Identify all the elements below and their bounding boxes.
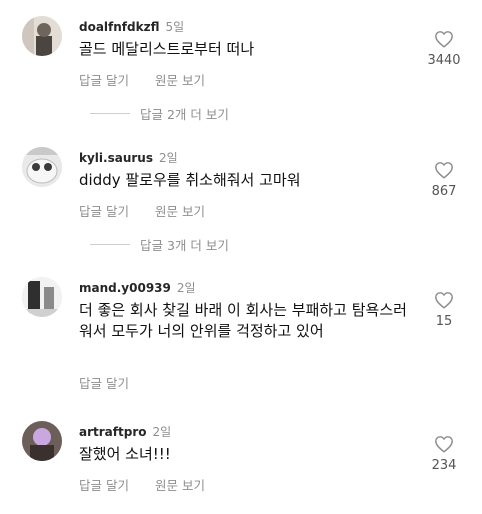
like-count: 867: [431, 184, 457, 199]
avatar[interactable]: [22, 147, 62, 187]
like-count: 15: [435, 314, 453, 329]
see-original-button[interactable]: 원문 보기: [155, 73, 205, 88]
reply-button[interactable]: 답글 달기: [79, 204, 129, 219]
view-more-replies-label[interactable]: 답글 2개 더 보기: [140, 104, 229, 123]
like-button[interactable]: 234: [418, 435, 470, 473]
timestamp: 2일: [152, 425, 172, 439]
view-more-replies[interactable]: 답글 2개 더 보기: [90, 104, 229, 123]
reply-button[interactable]: 답글 달기: [79, 73, 129, 88]
like-button[interactable]: 867: [418, 161, 470, 199]
timestamp: 2일: [158, 151, 178, 165]
comment-actions: 답글 달기 원문 보기: [79, 475, 231, 494]
comment-actions: 답글 달기: [79, 373, 155, 392]
comment-actions: 답글 달기 원문 보기: [79, 70, 231, 89]
username[interactable]: kyli.saurus: [79, 151, 153, 165]
comment-meta: kyli.saurus 2일: [79, 149, 178, 166]
like-button[interactable]: 3440: [418, 30, 470, 68]
view-more-replies-label[interactable]: 답글 3개 더 보기: [140, 235, 229, 254]
comment-text: 더 좋은 회사 찾길 바래 이 회사는 부패하고 탐욕스러워서 모두가 너의 안…: [79, 301, 407, 340]
heart-outline-icon: [435, 436, 453, 453]
comment-meta: artraftpro 2일: [79, 423, 171, 440]
reply-button[interactable]: 답글 달기: [79, 478, 129, 493]
username[interactable]: artraftpro: [79, 425, 146, 439]
reply-button[interactable]: 답글 달기: [79, 376, 129, 391]
avatar[interactable]: [22, 421, 62, 461]
see-original-button[interactable]: 원문 보기: [155, 204, 205, 219]
see-original-button[interactable]: 원문 보기: [155, 478, 205, 493]
avatar[interactable]: [22, 277, 62, 317]
comment-text: 잘했어 소녀!!!: [79, 445, 171, 463]
avatar[interactable]: [22, 16, 62, 56]
like-button[interactable]: 15: [418, 291, 470, 329]
heart-outline-icon: [435, 162, 453, 179]
like-count: 3440: [427, 53, 461, 68]
comment-meta: mand.y00939 2일: [79, 279, 196, 296]
like-count: 234: [431, 458, 457, 473]
comment-actions: 답글 달기 원문 보기: [79, 201, 231, 220]
timestamp: 2일: [176, 281, 196, 295]
view-more-replies[interactable]: 답글 3개 더 보기: [90, 235, 229, 254]
comment-meta: doalfnfdkzfl 5일: [79, 18, 184, 35]
comment-text: diddy 팔로우를 취소해줘서 고마워: [79, 171, 301, 189]
timestamp: 5일: [165, 20, 185, 34]
heart-outline-icon: [435, 292, 453, 309]
heart-outline-icon: [435, 31, 453, 48]
divider-line: [90, 113, 130, 114]
divider-line: [90, 244, 130, 245]
username[interactable]: mand.y00939: [79, 281, 171, 295]
comment-text: 골드 메달리스트로부터 떠나: [79, 40, 255, 58]
username[interactable]: doalfnfdkzfl: [79, 20, 159, 34]
